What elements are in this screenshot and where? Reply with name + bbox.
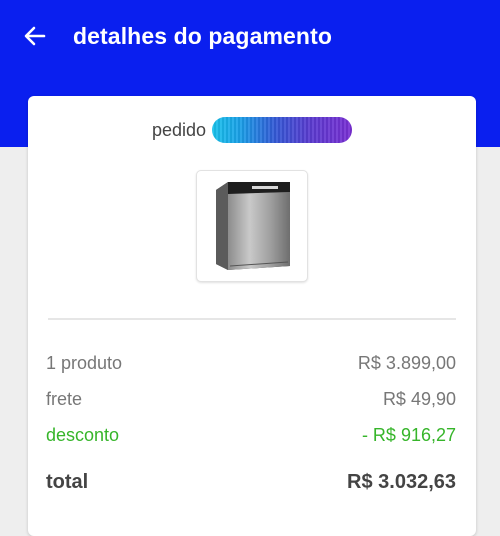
order-id-redacted (212, 117, 353, 143)
payment-details-card: pedido 1 produto R$ 3.899,00 frete R$ 49… (28, 96, 476, 536)
shipping-row: frete R$ 49,90 (46, 386, 456, 412)
back-button[interactable] (20, 22, 50, 50)
total-label: total (46, 470, 89, 493)
shipping-label: frete (46, 388, 83, 409)
discount-label: desconto (46, 424, 120, 445)
arrow-left-icon (24, 26, 46, 46)
subtotal-row: 1 produto R$ 3.899,00 (46, 350, 456, 376)
total-row: total R$ 3.032,63 (46, 469, 456, 495)
page-title: detalhes do pagamento (73, 23, 332, 49)
order-row: pedido (28, 116, 476, 144)
discount-row: desconto - R$ 916,27 (46, 422, 456, 448)
total-value: R$ 3.032,63 (347, 470, 456, 493)
order-label: pedido (151, 119, 207, 140)
subtotal-label: 1 produto (46, 352, 123, 373)
subtotal-value: R$ 3.899,00 (357, 352, 456, 373)
shipping-value: R$ 49,90 (382, 388, 456, 409)
dishwasher-product-image (216, 182, 290, 270)
product-thumbnail[interactable] (196, 170, 308, 282)
divider (48, 318, 456, 320)
discount-value: - R$ 916,27 (361, 424, 456, 445)
